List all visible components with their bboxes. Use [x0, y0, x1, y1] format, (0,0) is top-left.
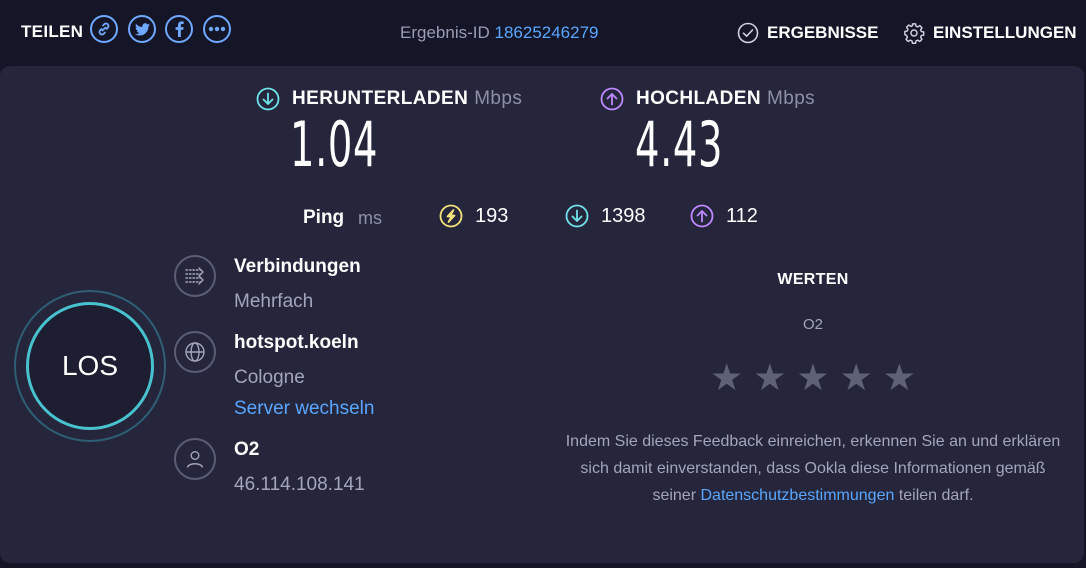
upload-unit: Mbps: [767, 88, 816, 109]
twitter-icon[interactable]: [128, 15, 156, 43]
result-id: Ergebnis-ID 18625246279: [400, 23, 599, 43]
ping-download-value: 1398: [601, 204, 646, 227]
result-id-label: Ergebnis-ID: [400, 23, 490, 42]
share-label: TEILEN: [21, 22, 84, 41]
download-label: HERUNTERLADEN: [292, 88, 469, 109]
link-icon[interactable]: [90, 15, 118, 43]
rating-title: WERTEN: [777, 271, 849, 288]
download-unit: Mbps: [474, 88, 523, 109]
arrow-down-circle-icon: [565, 204, 589, 228]
upload-label: HOCHLADEN: [636, 88, 761, 109]
disclaimer-text-after: teilen darf.: [894, 487, 974, 504]
ping-unit: ms: [358, 208, 382, 228]
result-id-value[interactable]: 18625246279: [495, 23, 599, 42]
connections-title: Verbindungen: [234, 256, 361, 277]
connections-value: Mehrfach: [234, 291, 314, 312]
lightning-circle-icon: [439, 204, 463, 228]
results-label: ERGEBNISSE: [767, 23, 879, 42]
star-1[interactable]: ★: [710, 359, 743, 396]
result-panel: HERUNTERLADEN Mbps 1.04 HOCHLADEN Mbps 4…: [0, 66, 1084, 563]
ping-label: Ping: [303, 207, 345, 228]
rating-disclaimer: Indem Sie dieses Feedback einreichen, er…: [563, 428, 1063, 509]
arrow-up-circle-icon: [690, 204, 714, 228]
privacy-policy-link[interactable]: Datenschutzbestimmungen: [700, 487, 894, 504]
ping-upload: 112: [690, 204, 758, 228]
facebook-icon[interactable]: [165, 15, 193, 43]
change-server-link[interactable]: Server wechseln: [234, 398, 374, 420]
arrow-up-circle-icon: [600, 87, 624, 111]
go-button-ring: LOS: [14, 290, 166, 442]
go-button[interactable]: LOS: [26, 302, 154, 430]
globe-icon: [174, 331, 216, 373]
results-button[interactable]: ERGEBNISSE: [737, 22, 878, 44]
server-location: Cologne: [234, 367, 305, 388]
settings-button[interactable]: EINSTELLUNGEN: [903, 22, 1077, 44]
provider-name: O2: [234, 439, 260, 460]
arrow-down-circle-icon: [256, 87, 280, 111]
ping-idle-value: 193: [475, 204, 509, 227]
connections-icon: [174, 255, 216, 297]
upload-value: 4.43: [635, 108, 724, 181]
download-value: 1.04: [290, 108, 379, 181]
settings-label: EINSTELLUNGEN: [933, 23, 1077, 42]
star-3[interactable]: ★: [796, 359, 829, 396]
star-2[interactable]: ★: [753, 359, 786, 396]
star-5[interactable]: ★: [883, 359, 916, 396]
rating-stars: ★ ★ ★ ★ ★: [563, 359, 1063, 396]
more-icon[interactable]: [203, 15, 231, 43]
star-4[interactable]: ★: [840, 359, 873, 396]
gear-icon: [904, 23, 925, 44]
user-icon: [174, 438, 216, 480]
ping-idle: 193: [439, 204, 508, 228]
ping-download: 1398: [565, 204, 646, 228]
provider-ip: 46.114.108.141: [234, 474, 365, 495]
top-bar: TEILEN Ergebnis-ID 18625246279 ERGEBNISS…: [0, 0, 1086, 66]
rating-isp: O2: [802, 316, 823, 333]
ping-upload-value: 112: [726, 204, 758, 227]
server-name: hotspot.koeln: [234, 332, 359, 353]
check-circle-icon: [737, 22, 759, 44]
